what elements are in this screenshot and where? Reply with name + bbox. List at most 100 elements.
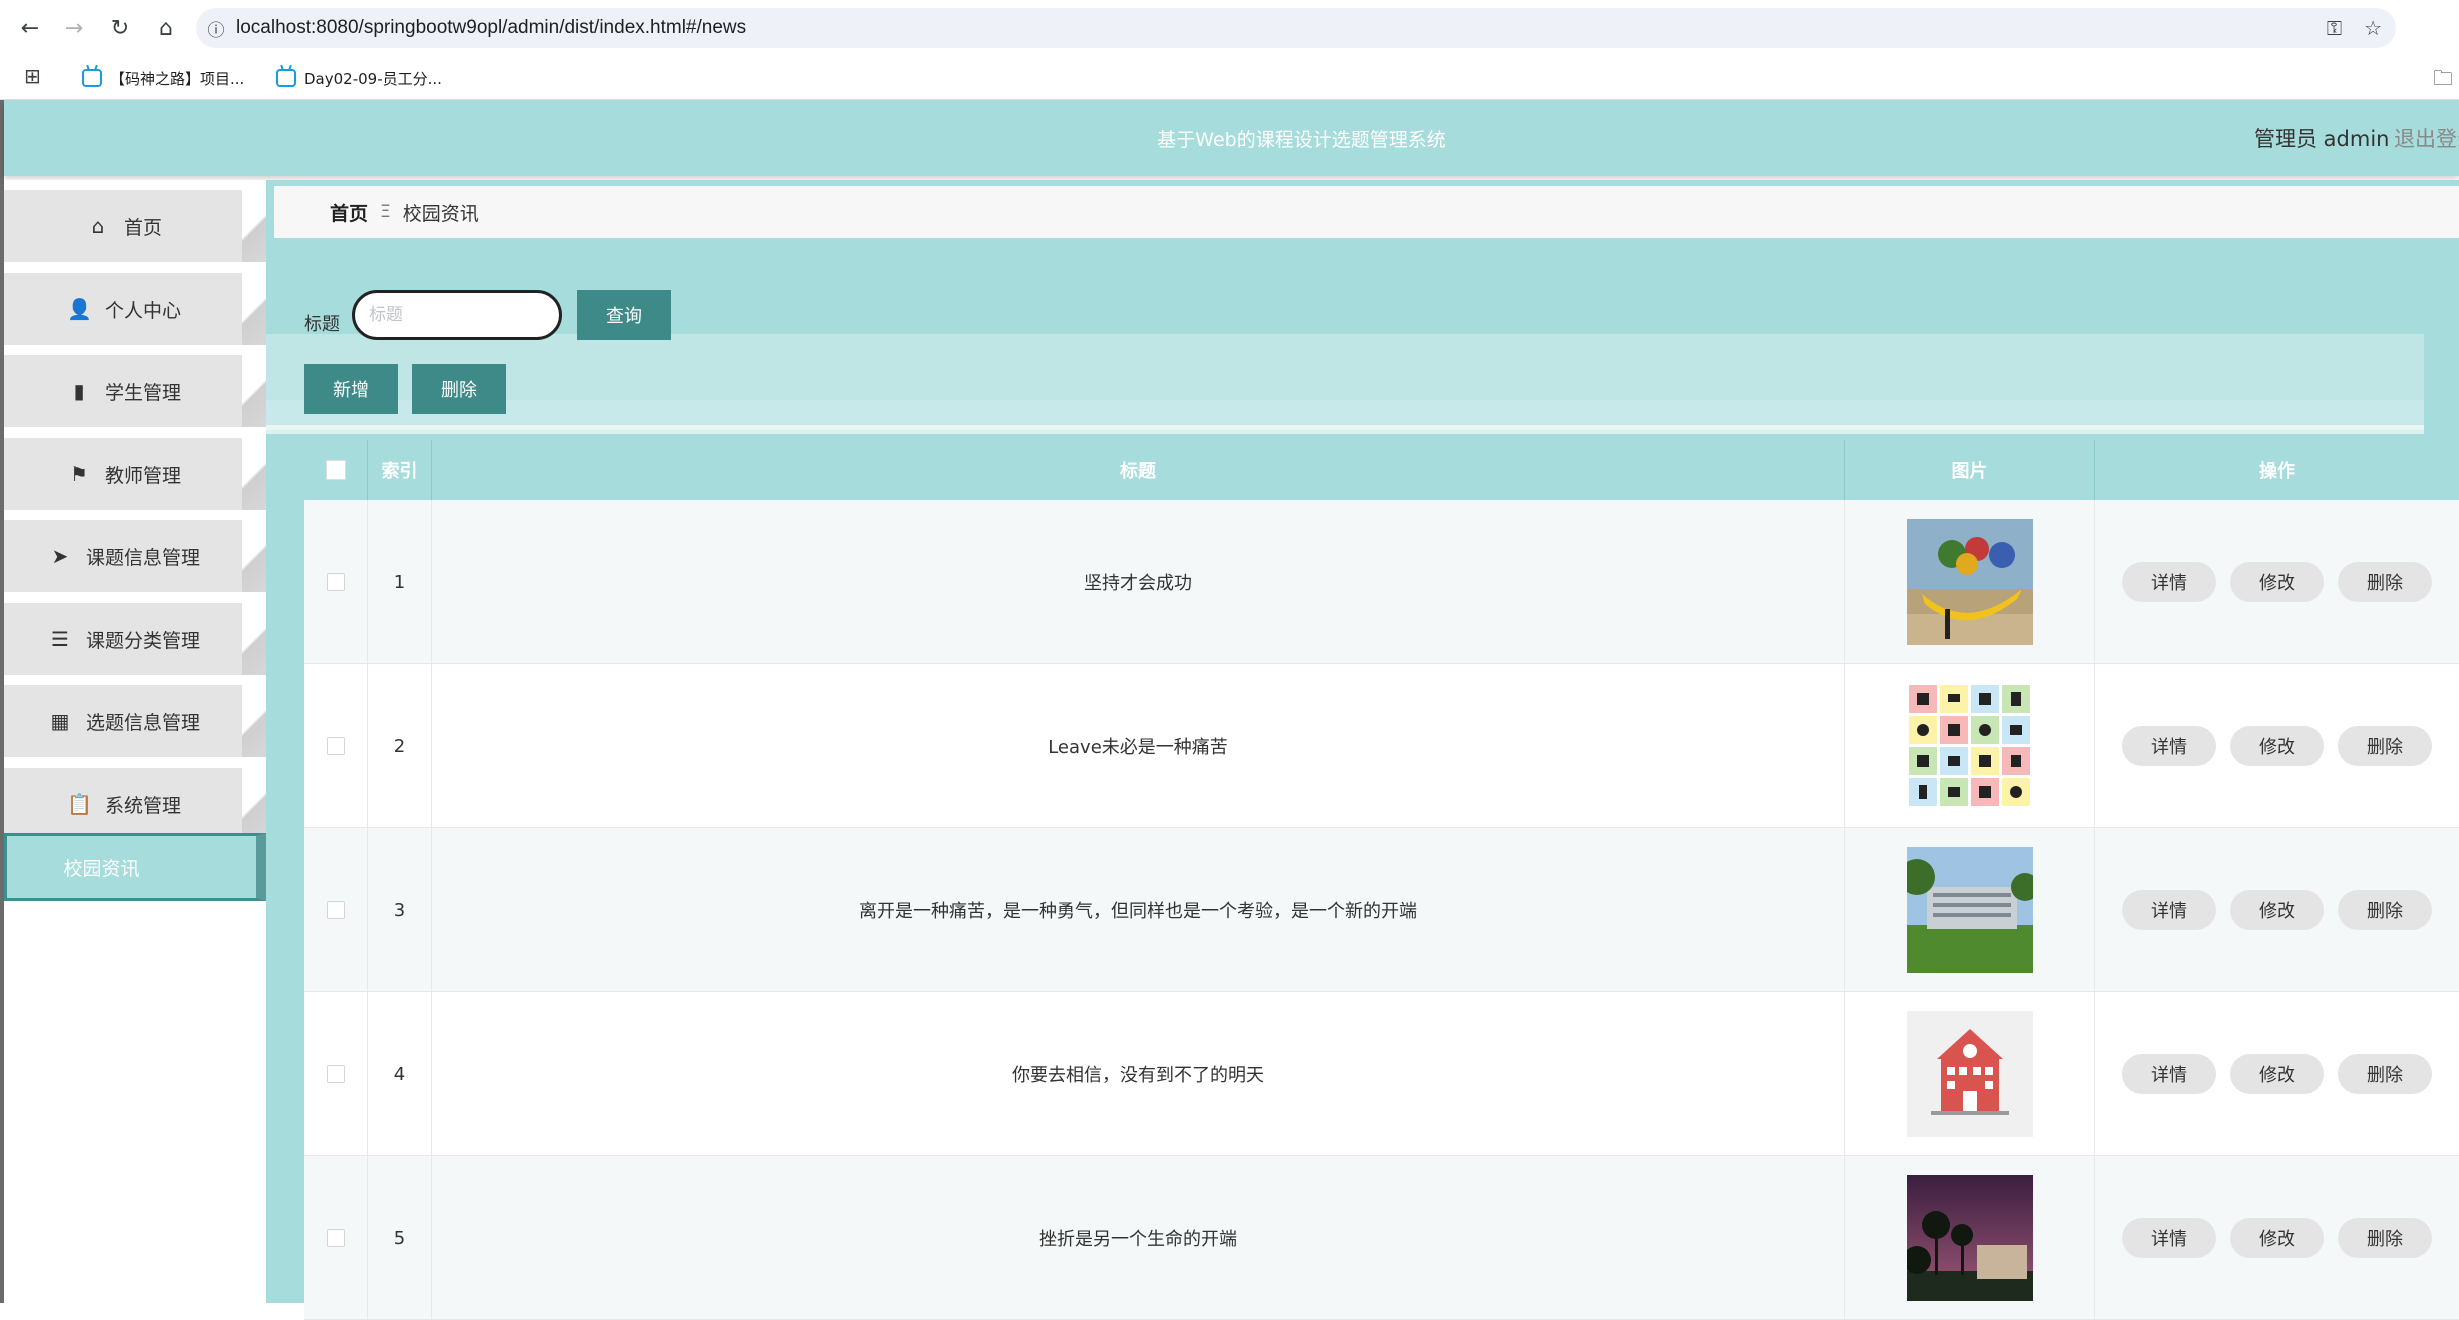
list-icon: ☰	[51, 627, 69, 651]
sidebar-item-students[interactable]: ▮ 学生管理	[4, 355, 270, 427]
column-header-image: 图片	[1845, 440, 2095, 500]
table-header: 索引 标题 图片 操作	[304, 440, 2459, 500]
search-panel: 标题 查询 新增 删除	[266, 250, 2424, 434]
sidebar-item-topic-categories[interactable]: ☰ 课题分类管理	[4, 603, 270, 675]
grid-icon: ▦	[50, 709, 70, 733]
delete-button[interactable]: 删除	[2338, 1054, 2432, 1094]
sidebar-item-label: 教师管理	[104, 464, 181, 487]
add-button[interactable]: 新增	[304, 364, 398, 414]
delete-button[interactable]: 删除	[2338, 562, 2432, 602]
sidebar-item-home[interactable]: ⌂ 首页	[4, 190, 270, 262]
detail-button[interactable]: 详情	[2122, 726, 2216, 766]
search-label: 标题	[304, 314, 340, 335]
detail-button[interactable]: 详情	[2122, 1054, 2216, 1094]
sidebar-item-label: 个人中心	[104, 299, 181, 322]
sidebar-item-profile[interactable]: 👤 个人中心	[4, 273, 270, 345]
column-header-index: 索引	[368, 440, 432, 500]
search-input[interactable]	[352, 290, 562, 340]
breadcrumb-current: 校园资讯	[402, 202, 479, 225]
bookmark-label: 【码神之路】项目...	[110, 69, 245, 88]
edit-button[interactable]: 修改	[2230, 726, 2324, 766]
send-icon: ➤	[51, 544, 69, 568]
address-bar-actions: ⚿ ☆	[2327, 8, 2382, 48]
sidebar-item-label: 首页	[123, 216, 162, 239]
edit-button[interactable]: 修改	[2230, 890, 2324, 930]
user-icon: 👤	[66, 297, 92, 321]
bookmarks-bar: ⊞ 【码神之路】项目... Day02-09-员工分... 🗀	[0, 56, 2459, 100]
detail-button[interactable]: 详情	[2122, 1218, 2216, 1258]
row-checkbox[interactable]	[326, 901, 345, 919]
bulk-delete-button[interactable]: 删除	[412, 364, 506, 414]
table-row: 1 坚持才会成功 详情 修改 删除	[304, 500, 2459, 664]
clipboard-icon: 📋	[66, 792, 92, 816]
news-image-icon-grid[interactable]	[1906, 683, 2033, 809]
column-header-actions: 操作	[2259, 461, 2295, 482]
row-index: 1	[368, 500, 432, 664]
address-bar[interactable]: ⓘ localhost:8080/springbootw9opl/admin/d…	[196, 8, 2396, 48]
table-row: 5 挫折是另一个生命的开端 详情 修改 删除	[304, 1156, 2459, 1320]
row-title: 挫折是另一个生命的开端	[432, 1156, 1845, 1320]
edit-button[interactable]: 修改	[2230, 562, 2324, 602]
current-user: 管理员 admin	[2254, 127, 2390, 151]
sidebar-item-label: 校园资讯	[63, 857, 140, 880]
back-icon[interactable]: ←	[14, 12, 46, 44]
logout-link[interactable]: 退出登录	[2394, 100, 2459, 176]
delete-button[interactable]: 删除	[2338, 890, 2432, 930]
row-title: 离开是一种痛苦，是一种勇气，但同样也是一个考验，是一个新的开端	[432, 828, 1845, 992]
row-index: 4	[368, 992, 432, 1156]
book-icon: ▮	[73, 379, 85, 403]
sidebar-item-label: 课题信息管理	[85, 546, 200, 569]
sidebar-item-label: 选题信息管理	[85, 711, 200, 734]
news-image-palm-night[interactable]	[1906, 1175, 2033, 1301]
edit-button[interactable]: 修改	[2230, 1054, 2324, 1094]
select-all-cell	[304, 440, 368, 500]
home-icon: ⌂	[91, 214, 105, 238]
query-button[interactable]: 查询	[577, 290, 671, 340]
select-all-checkbox[interactable]	[325, 460, 346, 480]
row-checkbox[interactable]	[326, 1065, 345, 1083]
delete-button[interactable]: 删除	[2338, 726, 2432, 766]
row-index: 5	[368, 1156, 432, 1320]
news-image-campus-building[interactable]	[1906, 847, 2033, 973]
url-text[interactable]: localhost:8080/springbootw9opl/admin/dis…	[236, 17, 746, 39]
sidebar-item-selections[interactable]: ▦ 选题信息管理	[4, 685, 270, 757]
sidebar-item-label: 课题分类管理	[85, 629, 200, 652]
row-index: 3	[368, 828, 432, 992]
news-image-sculpture[interactable]	[1906, 519, 2033, 645]
sidebar-item-label: 学生管理	[104, 381, 181, 404]
row-checkbox[interactable]	[326, 737, 345, 755]
sidebar-item-topics[interactable]: ➤ 课题信息管理	[4, 520, 270, 592]
detail-button[interactable]: 详情	[2122, 890, 2216, 930]
row-title: Leave未必是一种痛苦	[432, 664, 1845, 828]
bilibili-icon	[276, 69, 296, 87]
panel-band	[266, 425, 2424, 434]
breadcrumb-separator-icon: Ξ	[380, 202, 391, 222]
apps-grid-icon[interactable]: ⊞	[24, 64, 41, 88]
row-title: 坚持才会成功	[432, 500, 1845, 664]
edit-button[interactable]: 修改	[2230, 1218, 2324, 1258]
breadcrumb-home[interactable]: 首页	[330, 199, 368, 226]
row-index: 2	[368, 664, 432, 828]
detail-button[interactable]: 详情	[2122, 562, 2216, 602]
row-checkbox[interactable]	[326, 1229, 345, 1247]
delete-button[interactable]: 删除	[2338, 1218, 2432, 1258]
sidebar-item-campus-news[interactable]: 校园资讯	[4, 833, 266, 901]
forward-icon[interactable]: →	[58, 12, 90, 44]
panel-band	[266, 334, 2424, 400]
sidebar-item-teachers[interactable]: ⚑ 教师管理	[4, 438, 270, 510]
star-icon[interactable]: ☆	[2364, 16, 2382, 40]
news-image-school-illustration[interactable]	[1906, 1011, 2033, 1137]
bookmark-item[interactable]: 【码神之路】项目...	[82, 66, 244, 90]
sidebar: ⌂ 首页 👤 个人中心 ▮ 学生管理 ⚑ 教师管理 ➤ 课题信息管理 ☰ 课题分类管理 ▦ 选…	[4, 180, 270, 1303]
key-icon[interactable]: ⚿	[2327, 16, 2342, 40]
row-title: 你要去相信，没有到不了的明天	[432, 992, 1845, 1156]
breadcrumb: 首页 Ξ 校园资讯	[274, 186, 2459, 238]
home-browser-icon[interactable]: ⌂	[150, 12, 182, 44]
news-table: 索引 标题 图片 操作 1 坚持才会成功 详情 修改 删除 2 Leave未必是…	[304, 440, 2459, 1320]
row-checkbox[interactable]	[326, 573, 345, 591]
site-info-icon[interactable]: ⓘ	[196, 8, 236, 48]
reload-icon[interactable]: ↻	[104, 12, 136, 44]
bookmark-item[interactable]: Day02-09-员工分...	[276, 66, 442, 90]
sidebar-item-system[interactable]: 📋 系统管理	[4, 768, 270, 840]
folder-icon[interactable]: 🗀	[2433, 64, 2453, 98]
